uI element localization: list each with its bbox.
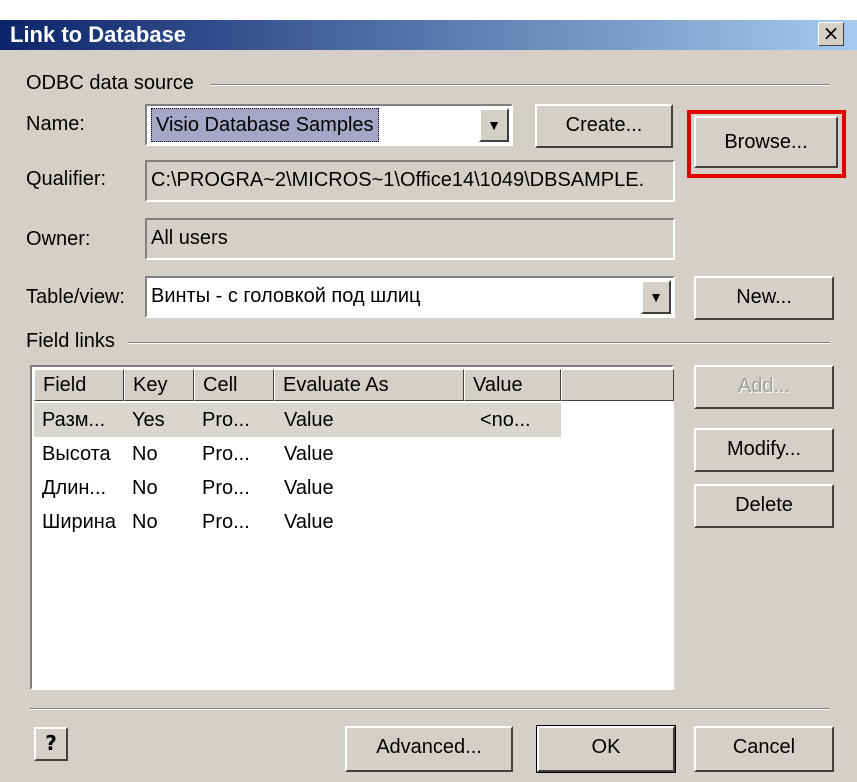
name-label: Name:	[26, 113, 85, 135]
create-button[interactable]: Create...	[535, 104, 673, 148]
cell-cell: Pro...	[202, 511, 250, 533]
table-row[interactable]: Высота No Pro... Value	[34, 437, 561, 471]
cell-field: Ширина	[42, 511, 116, 533]
table-row[interactable]: Разм... Yes Pro... Value <no...	[34, 403, 561, 437]
modify-button[interactable]: Modify...	[694, 428, 834, 472]
table-view-combobox[interactable]: Винты - с головкой под шлиц ▼	[145, 276, 675, 318]
cell-key: No	[132, 477, 158, 499]
cancel-button[interactable]: Cancel	[694, 726, 834, 772]
footer-separator	[30, 708, 830, 710]
cell-field: Разм...	[42, 409, 106, 431]
title-bar[interactable]: Link to Database ×	[0, 20, 857, 50]
cell-key: No	[132, 443, 158, 465]
odbc-group-line	[210, 84, 830, 86]
field-links-listview[interactable]: Field Key Cell Evaluate As Value Разм...…	[30, 365, 674, 690]
table-row[interactable]: Длин... No Pro... Value	[34, 471, 561, 505]
odbc-group-label: ODBC data source	[26, 72, 200, 95]
cell-field: Высота	[42, 443, 111, 465]
field-links-group-line	[128, 342, 830, 344]
cell-cell: Pro...	[202, 409, 250, 431]
column-header-value[interactable]: Value	[464, 369, 561, 401]
cell-evaluate-as: Value	[284, 409, 334, 431]
owner-label: Owner:	[26, 228, 91, 250]
chevron-down-icon[interactable]: ▼	[479, 108, 509, 142]
add-button[interactable]: Add...	[694, 365, 834, 409]
name-combobox[interactable]: Visio Database Samples ▼	[145, 104, 513, 146]
cell-key: No	[132, 511, 158, 533]
field-links-group-label: Field links	[26, 330, 121, 353]
window-title: Link to Database	[10, 22, 187, 47]
close-button[interactable]: ×	[818, 22, 844, 46]
link-to-database-dialog: Link to Database × ODBC data source Name…	[0, 20, 857, 782]
cell-evaluate-as: Value	[284, 511, 334, 533]
cell-field: Длин...	[42, 477, 107, 499]
qualifier-field: C:\PROGRA~2\MICROS~1\Office14\1049\DBSAM…	[145, 160, 675, 202]
help-icon[interactable]: ?	[34, 727, 68, 761]
browse-highlight-box	[687, 110, 846, 178]
new-button[interactable]: New...	[694, 276, 834, 320]
cell-evaluate-as: Value	[284, 443, 334, 465]
column-header-key[interactable]: Key	[124, 369, 194, 401]
column-header-cell[interactable]: Cell	[194, 369, 274, 401]
qualifier-label: Qualifier:	[26, 168, 107, 190]
cell-evaluate-as: Value	[284, 477, 334, 499]
table-row[interactable]: Ширина No Pro... Value	[34, 505, 561, 539]
cell-value: <no...	[480, 409, 531, 431]
background-strip	[0, 0, 857, 20]
name-selected-value: Visio Database Samples	[151, 108, 379, 142]
table-view-label: Table/view:	[26, 286, 125, 308]
column-header-evaluate-as[interactable]: Evaluate As	[274, 369, 464, 401]
chevron-down-icon[interactable]: ▼	[641, 280, 671, 314]
cell-key: Yes	[132, 409, 165, 431]
delete-button[interactable]: Delete	[694, 484, 834, 528]
column-header-filler	[561, 369, 674, 401]
column-header-field[interactable]: Field	[34, 369, 124, 401]
cell-cell: Pro...	[202, 443, 250, 465]
ok-button[interactable]: OK	[536, 725, 676, 773]
cell-cell: Pro...	[202, 477, 250, 499]
advanced-button[interactable]: Advanced...	[345, 726, 513, 772]
table-view-value: Винты - с головкой под шлиц	[151, 285, 421, 307]
owner-field: All users	[145, 218, 675, 260]
